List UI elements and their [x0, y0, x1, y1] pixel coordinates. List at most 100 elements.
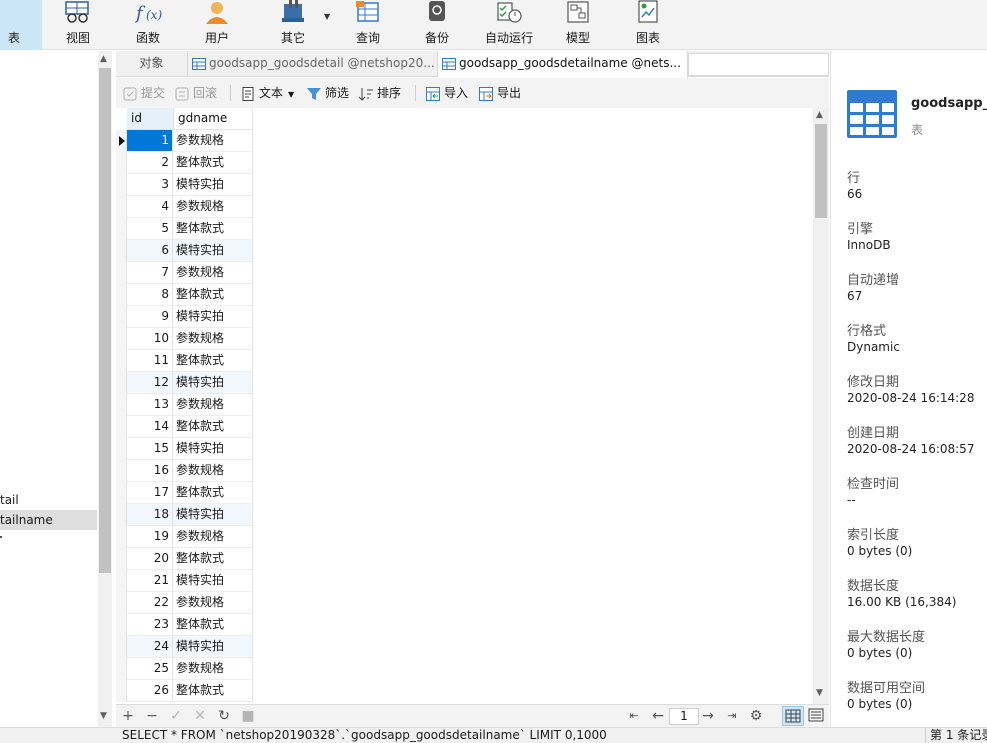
tab-objects[interactable]: 对象 — [116, 51, 188, 77]
row-marker[interactable] — [116, 174, 127, 196]
table-row[interactable]: 11 整体款式 — [116, 350, 253, 372]
cell-id[interactable]: 3 — [127, 174, 173, 196]
table-row[interactable]: 13 参数规格 — [116, 394, 253, 416]
cell-id[interactable]: 23 — [127, 614, 173, 636]
sidebar-item-goodsdetailname[interactable]: tailname — [0, 510, 97, 530]
table-row[interactable]: 26 整体款式 — [116, 680, 253, 702]
cell-gdname[interactable]: 模特实拍 — [173, 372, 253, 394]
table-row[interactable]: 10 参数规格 — [116, 328, 253, 350]
row-marker[interactable] — [116, 548, 127, 570]
sidebar-item-goodsdetail[interactable]: tail — [0, 490, 19, 510]
table-row[interactable]: 20 整体款式 — [116, 548, 253, 570]
cell-gdname[interactable]: 参数规格 — [173, 328, 253, 350]
delete-record-icon[interactable]: − — [143, 707, 161, 725]
previous-page-icon[interactable]: ← — [649, 707, 667, 725]
cell-id[interactable]: 17 — [127, 482, 173, 504]
row-marker[interactable] — [116, 306, 127, 328]
cell-id[interactable]: 25 — [127, 658, 173, 680]
table-row[interactable]: 19 参数规格 — [116, 526, 253, 548]
page-number-input[interactable]: 1 — [669, 708, 699, 725]
cell-id[interactable]: 13 — [127, 394, 173, 416]
cell-id[interactable]: 9 — [127, 306, 173, 328]
table-row[interactable]: 16 参数规格 — [116, 460, 253, 482]
row-marker[interactable] — [116, 262, 127, 284]
data-grid[interactable]: id gdname 1 参数规格 2 整体款式 3 模特实拍 4 参数规格 5 整体款式 6 模特实拍… — [116, 108, 813, 704]
table-row[interactable]: 15 模特实拍 — [116, 438, 253, 460]
row-marker[interactable] — [116, 394, 127, 416]
table-row[interactable]: 18 模特实拍 — [116, 504, 253, 526]
table-row[interactable]: 12 模特实拍 — [116, 372, 253, 394]
table-row[interactable]: 22 参数规格 — [116, 592, 253, 614]
toolbar-other-button[interactable]: 其它 — [270, 0, 316, 50]
row-marker[interactable] — [116, 570, 127, 592]
cell-id[interactable]: 7 — [127, 262, 173, 284]
cell-id[interactable]: 11 — [127, 350, 173, 372]
tab-goodsdetail[interactable]: goodsapp_goodsdetail @netshop20... — [188, 51, 438, 77]
cell-id[interactable]: 1 — [127, 130, 173, 152]
cell-id[interactable]: 14 — [127, 416, 173, 438]
cell-gdname[interactable]: 整体款式 — [173, 416, 253, 438]
scroll-up-icon[interactable]: ▲ — [100, 54, 107, 64]
toolbar-table-button[interactable]: 表 — [0, 0, 42, 50]
row-marker[interactable] — [116, 614, 127, 636]
discard-changes-icon[interactable]: ✕ — [191, 707, 209, 725]
filter-button[interactable]: 筛选 — [306, 83, 349, 103]
cell-id[interactable]: 4 — [127, 196, 173, 218]
cell-gdname[interactable]: 模特实拍 — [173, 636, 253, 658]
table-row[interactable]: 3 模特实拍 — [116, 174, 253, 196]
scroll-down-icon[interactable]: ▼ — [100, 711, 107, 721]
cell-gdname[interactable]: 模特实拍 — [173, 438, 253, 460]
table-row[interactable]: 7 参数规格 — [116, 262, 253, 284]
cell-gdname[interactable]: 模特实拍 — [173, 174, 253, 196]
cell-gdname[interactable]: 整体款式 — [173, 614, 253, 636]
tab-goodsdetailname[interactable]: goodsapp_goodsdetailname @nets... — [438, 51, 688, 78]
row-marker[interactable] — [116, 152, 127, 174]
sidebar-scroll-thumb[interactable] — [99, 68, 111, 573]
row-marker[interactable] — [116, 680, 127, 702]
cell-gdname[interactable]: 模特实拍 — [173, 240, 253, 262]
cell-gdname[interactable]: 模特实拍 — [173, 306, 253, 328]
cell-id[interactable]: 20 — [127, 548, 173, 570]
row-marker[interactable] — [116, 196, 127, 218]
row-marker[interactable] — [116, 460, 127, 482]
row-marker[interactable] — [116, 372, 127, 394]
cell-id[interactable]: 16 — [127, 460, 173, 482]
cell-gdname[interactable]: 整体款式 — [173, 350, 253, 372]
sort-button[interactable]: 排序 — [358, 83, 401, 103]
cell-gdname[interactable]: 参数规格 — [173, 130, 253, 152]
commit-button[interactable]: 提交 — [122, 83, 165, 103]
row-marker[interactable] — [116, 592, 127, 614]
cell-id[interactable]: 24 — [127, 636, 173, 658]
settings-gear-icon[interactable]: ⚙ — [747, 707, 765, 725]
cell-id[interactable]: 5 — [127, 218, 173, 240]
cell-id[interactable]: 2 — [127, 152, 173, 174]
add-record-icon[interactable]: + — [119, 707, 137, 725]
text-button[interactable]: 文本 ▼ — [240, 83, 294, 103]
cell-gdname[interactable]: 整体款式 — [173, 284, 253, 306]
cell-gdname[interactable]: 整体款式 — [173, 548, 253, 570]
row-marker[interactable] — [116, 130, 127, 152]
grid-vertical-scrollbar[interactable]: ▲ ▼ — [813, 108, 829, 704]
row-marker[interactable] — [116, 416, 127, 438]
last-page-icon[interactable]: ⇥ — [723, 707, 741, 725]
text-dropdown-icon[interactable]: ▼ — [288, 90, 294, 99]
table-row[interactable]: 6 模特实拍 — [116, 240, 253, 262]
cell-id[interactable]: 6 — [127, 240, 173, 262]
stop-icon[interactable]: ■ — [239, 707, 257, 725]
export-button[interactable]: 导出 — [478, 83, 521, 103]
cell-gdname[interactable]: 参数规格 — [173, 658, 253, 680]
toolbar-view-button[interactable]: 视图 — [55, 0, 101, 50]
cell-id[interactable]: 26 — [127, 680, 173, 702]
table-row[interactable]: 17 整体款式 — [116, 482, 253, 504]
cell-id[interactable]: 21 — [127, 570, 173, 592]
cell-gdname[interactable]: 整体款式 — [173, 152, 253, 174]
cell-gdname[interactable]: 整体款式 — [173, 218, 253, 240]
cell-id[interactable]: 10 — [127, 328, 173, 350]
form-view-button[interactable] — [806, 706, 828, 726]
cell-gdname[interactable]: 模特实拍 — [173, 570, 253, 592]
cell-id[interactable]: 12 — [127, 372, 173, 394]
row-marker[interactable] — [116, 284, 127, 306]
table-row[interactable]: 8 整体款式 — [116, 284, 253, 306]
table-row[interactable]: 14 整体款式 — [116, 416, 253, 438]
row-marker[interactable] — [116, 218, 127, 240]
